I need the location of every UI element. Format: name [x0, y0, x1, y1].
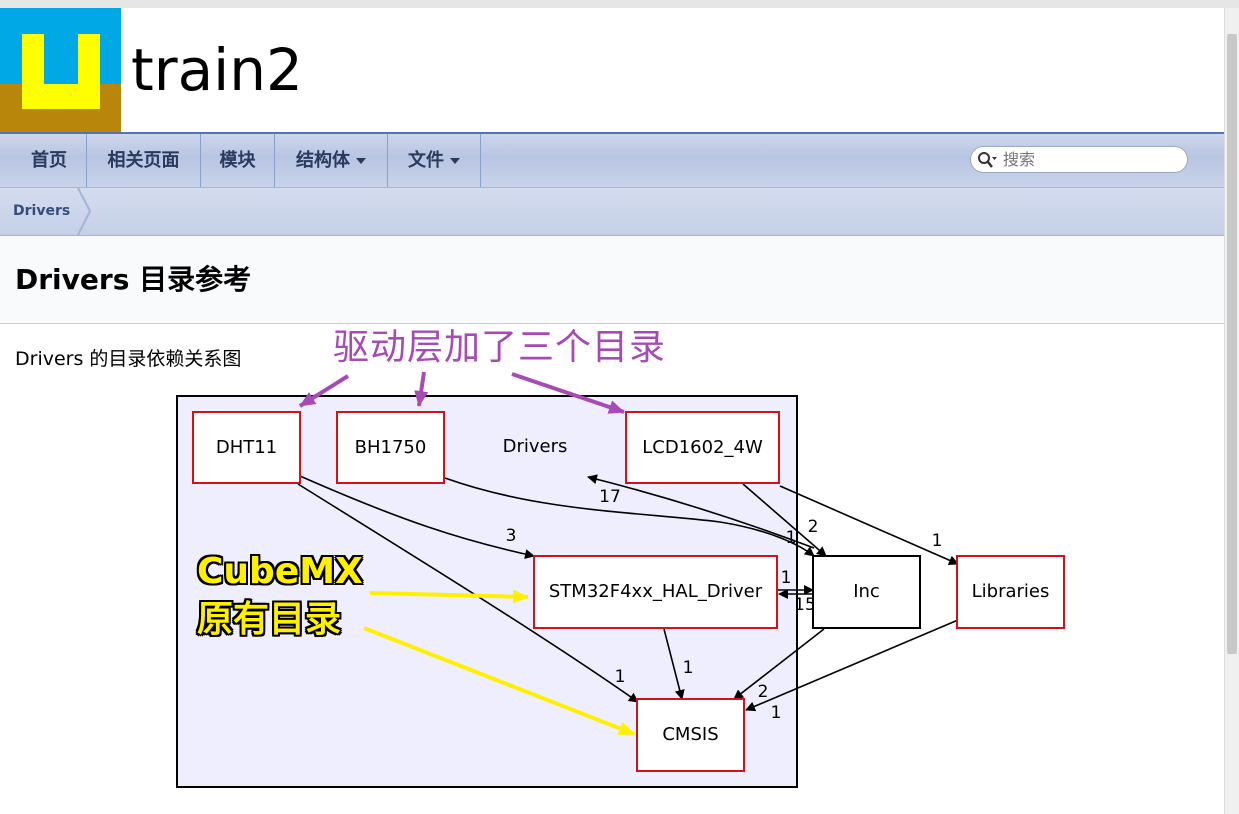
purple-annotation-text: 驱动层加了三个目录 [333, 327, 667, 368]
edge-label: 1 [683, 658, 694, 678]
node-lcd1602[interactable]: LCD1602_4W [625, 411, 780, 484]
directory-dependency-graph: Drivers 3 1 17 1 2 1 1 15 1 2 1 DHT11 BH… [176, 371, 1065, 788]
node-dht11[interactable]: DHT11 [192, 411, 301, 484]
edge-label: 1 [932, 531, 943, 551]
cluster-label: Drivers [503, 436, 568, 457]
edge-label: 2 [808, 517, 819, 537]
node-label: CMSIS [662, 724, 718, 745]
edge-label: 1 [771, 703, 782, 723]
node-label: LCD1602_4W [642, 437, 763, 458]
edge-label: 1 [781, 568, 792, 588]
scrollbar-thumb[interactable] [1227, 34, 1237, 654]
edge-label: 17 [599, 487, 621, 507]
yellow-annotation-line2: 原有目录 [197, 599, 342, 640]
node-inc[interactable]: Inc [812, 555, 921, 629]
node-bh1750[interactable]: BH1750 [336, 411, 445, 484]
vertical-scrollbar[interactable] [1224, 8, 1239, 814]
node-cmsis[interactable]: CMSIS [636, 698, 745, 772]
edge-label: 3 [506, 526, 517, 546]
edge-label: 1 [786, 528, 797, 548]
node-label: Inc [853, 581, 880, 602]
node-hal-driver[interactable]: STM32F4xx_HAL_Driver [533, 555, 778, 629]
node-label: DHT11 [216, 437, 277, 458]
node-label: BH1750 [355, 437, 427, 458]
yellow-annotation-line1: CubeMX [197, 551, 363, 592]
edge-label: 1 [615, 667, 626, 687]
node-label: STM32F4xx_HAL_Driver [549, 581, 763, 602]
node-label: Libraries [972, 581, 1050, 602]
node-libraries[interactable]: Libraries [956, 555, 1065, 629]
edge-label: 2 [758, 682, 769, 702]
